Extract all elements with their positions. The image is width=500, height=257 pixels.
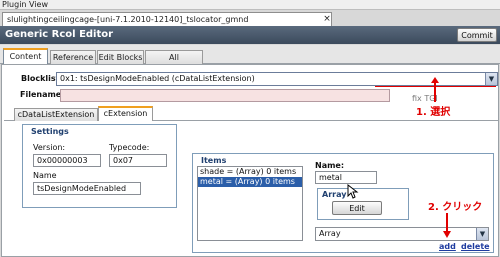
mouse-cursor-icon	[347, 184, 359, 199]
annotation-step2: 2. クリック	[428, 202, 483, 213]
tab-cextension[interactable]: cExtension	[98, 106, 153, 121]
sub-tabs: cDataListExtension cExtension	[4, 106, 498, 121]
tab-content[interactable]: Content	[3, 48, 48, 65]
arrow-up-icon	[431, 77, 439, 83]
chevron-down-icon[interactable]: ▼	[485, 73, 497, 85]
content-panel: Blocklist: 0x1: tsDesignModeEnabled (cDa…	[1, 64, 499, 257]
items-title: Items	[201, 156, 227, 165]
plugin-view-header: Plugin View	[0, 0, 500, 10]
array-group: Array Edit	[317, 188, 409, 220]
close-icon[interactable]: ×	[322, 13, 332, 26]
edit-button[interactable]: Edit	[332, 201, 382, 215]
settings-name-label: Name	[33, 171, 57, 180]
settings-group: Settings Version: 0x00000003 Typecode: 0…	[22, 124, 177, 208]
tab-cdatalistextension[interactable]: cDataListExtension	[14, 108, 98, 121]
main-tabs: Content Reference Edit Blocks All Refere…	[0, 45, 500, 75]
item-name-field[interactable]: metal	[315, 171, 377, 184]
version-label: Version:	[33, 143, 66, 152]
arrow-down-icon	[443, 231, 451, 238]
settings-title: Settings	[31, 127, 69, 136]
tab-all-references[interactable]: All References	[145, 50, 203, 75]
blocklist-value: 0x1: tsDesignModeEnabled (cDataListExten…	[60, 74, 255, 83]
add-link[interactable]: add	[439, 242, 456, 251]
version-field[interactable]: 0x00000003	[33, 154, 101, 167]
editor-title: Generic Rcol Editor	[5, 29, 114, 40]
items-list[interactable]: shade = (Array) 0 items metal = (Array) …	[197, 166, 303, 241]
chevron-down-icon[interactable]: ▼	[476, 228, 488, 240]
tab-edit-blocks[interactable]: Edit Blocks	[97, 50, 144, 64]
list-item-shade[interactable]: shade = (Array) 0 items	[198, 167, 302, 177]
plugin-view-title: Plugin View	[2, 0, 49, 9]
delete-link[interactable]: delete	[461, 242, 490, 251]
editor-title-bar: Generic Rcol Editor Commit	[0, 26, 500, 44]
annotation-arrow-line	[434, 80, 436, 102]
annotation-arrow-line-2	[446, 213, 448, 232]
filename-label: Filename:	[20, 90, 65, 99]
type-dropdown[interactable]: Array ▼	[315, 227, 489, 241]
filename-field[interactable]	[60, 89, 390, 102]
commit-button[interactable]: Commit	[457, 28, 497, 42]
item-name-label: Name:	[315, 161, 345, 170]
typecode-label: Typecode:	[109, 143, 150, 152]
document-tab-label: slulightingceilingcage-[uni-7.1.2010-121…	[7, 15, 249, 24]
document-tab[interactable]: slulightingceilingcage-[uni-7.1.2010-121…	[2, 12, 332, 26]
tab-reference[interactable]: Reference	[50, 50, 96, 64]
type-value: Array	[319, 229, 341, 238]
array-title: Array	[322, 190, 347, 199]
list-item-metal[interactable]: metal = (Array) 0 items	[198, 177, 302, 187]
settings-name-field[interactable]: tsDesignModeEnabled	[33, 182, 141, 195]
typecode-field[interactable]: 0x07	[109, 154, 167, 167]
